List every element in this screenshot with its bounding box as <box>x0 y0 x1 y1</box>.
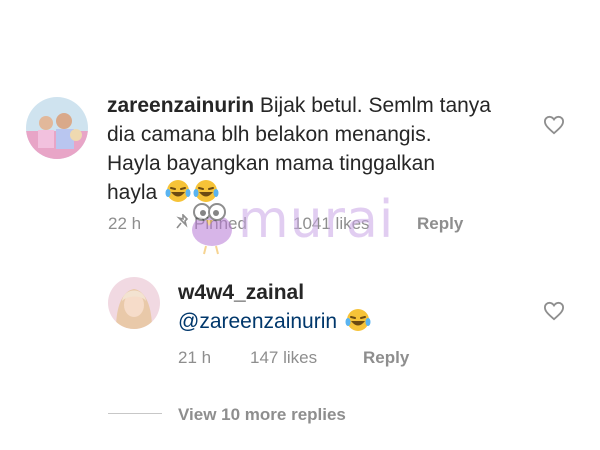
comment-body-line1: Bijak betul. Semlm tanya <box>254 94 491 117</box>
avatar[interactable] <box>108 277 160 329</box>
reply-username[interactable]: w4w4_zainal <box>178 281 304 304</box>
reply-time: 21 h <box>178 348 212 367</box>
mention-link[interactable]: @zareenzainurin <box>178 310 337 333</box>
watermark-logo: murai <box>180 190 410 256</box>
like-heart-icon[interactable] <box>543 301 565 326</box>
reply-button[interactable]: Reply <box>363 348 409 368</box>
comment-body-line3: Hayla bayangkan mama tinggalkan <box>107 152 436 175</box>
avatar[interactable] <box>26 97 88 159</box>
likes-count[interactable]: 147 likes <box>250 348 363 368</box>
comment-username[interactable]: zareenzainurin <box>107 94 254 117</box>
watermark-text: murai <box>238 190 395 250</box>
comment-body-line2: dia camana blh belakon menangis. <box>107 123 432 146</box>
view-more-replies-button[interactable]: View 10 more replies <box>178 405 346 425</box>
comment-body-line4: hayla <box>107 181 158 204</box>
like-heart-icon[interactable] <box>543 115 565 140</box>
comment-time: 22 h <box>108 214 142 233</box>
laughing-tears-icon <box>345 308 371 340</box>
divider <box>108 413 162 414</box>
reply-button[interactable]: Reply <box>417 214 463 235</box>
reply-text: w4w4_zainal @zareenzainurin <box>178 278 528 340</box>
reply-meta: 21 h 147 likes Reply <box>178 348 409 368</box>
